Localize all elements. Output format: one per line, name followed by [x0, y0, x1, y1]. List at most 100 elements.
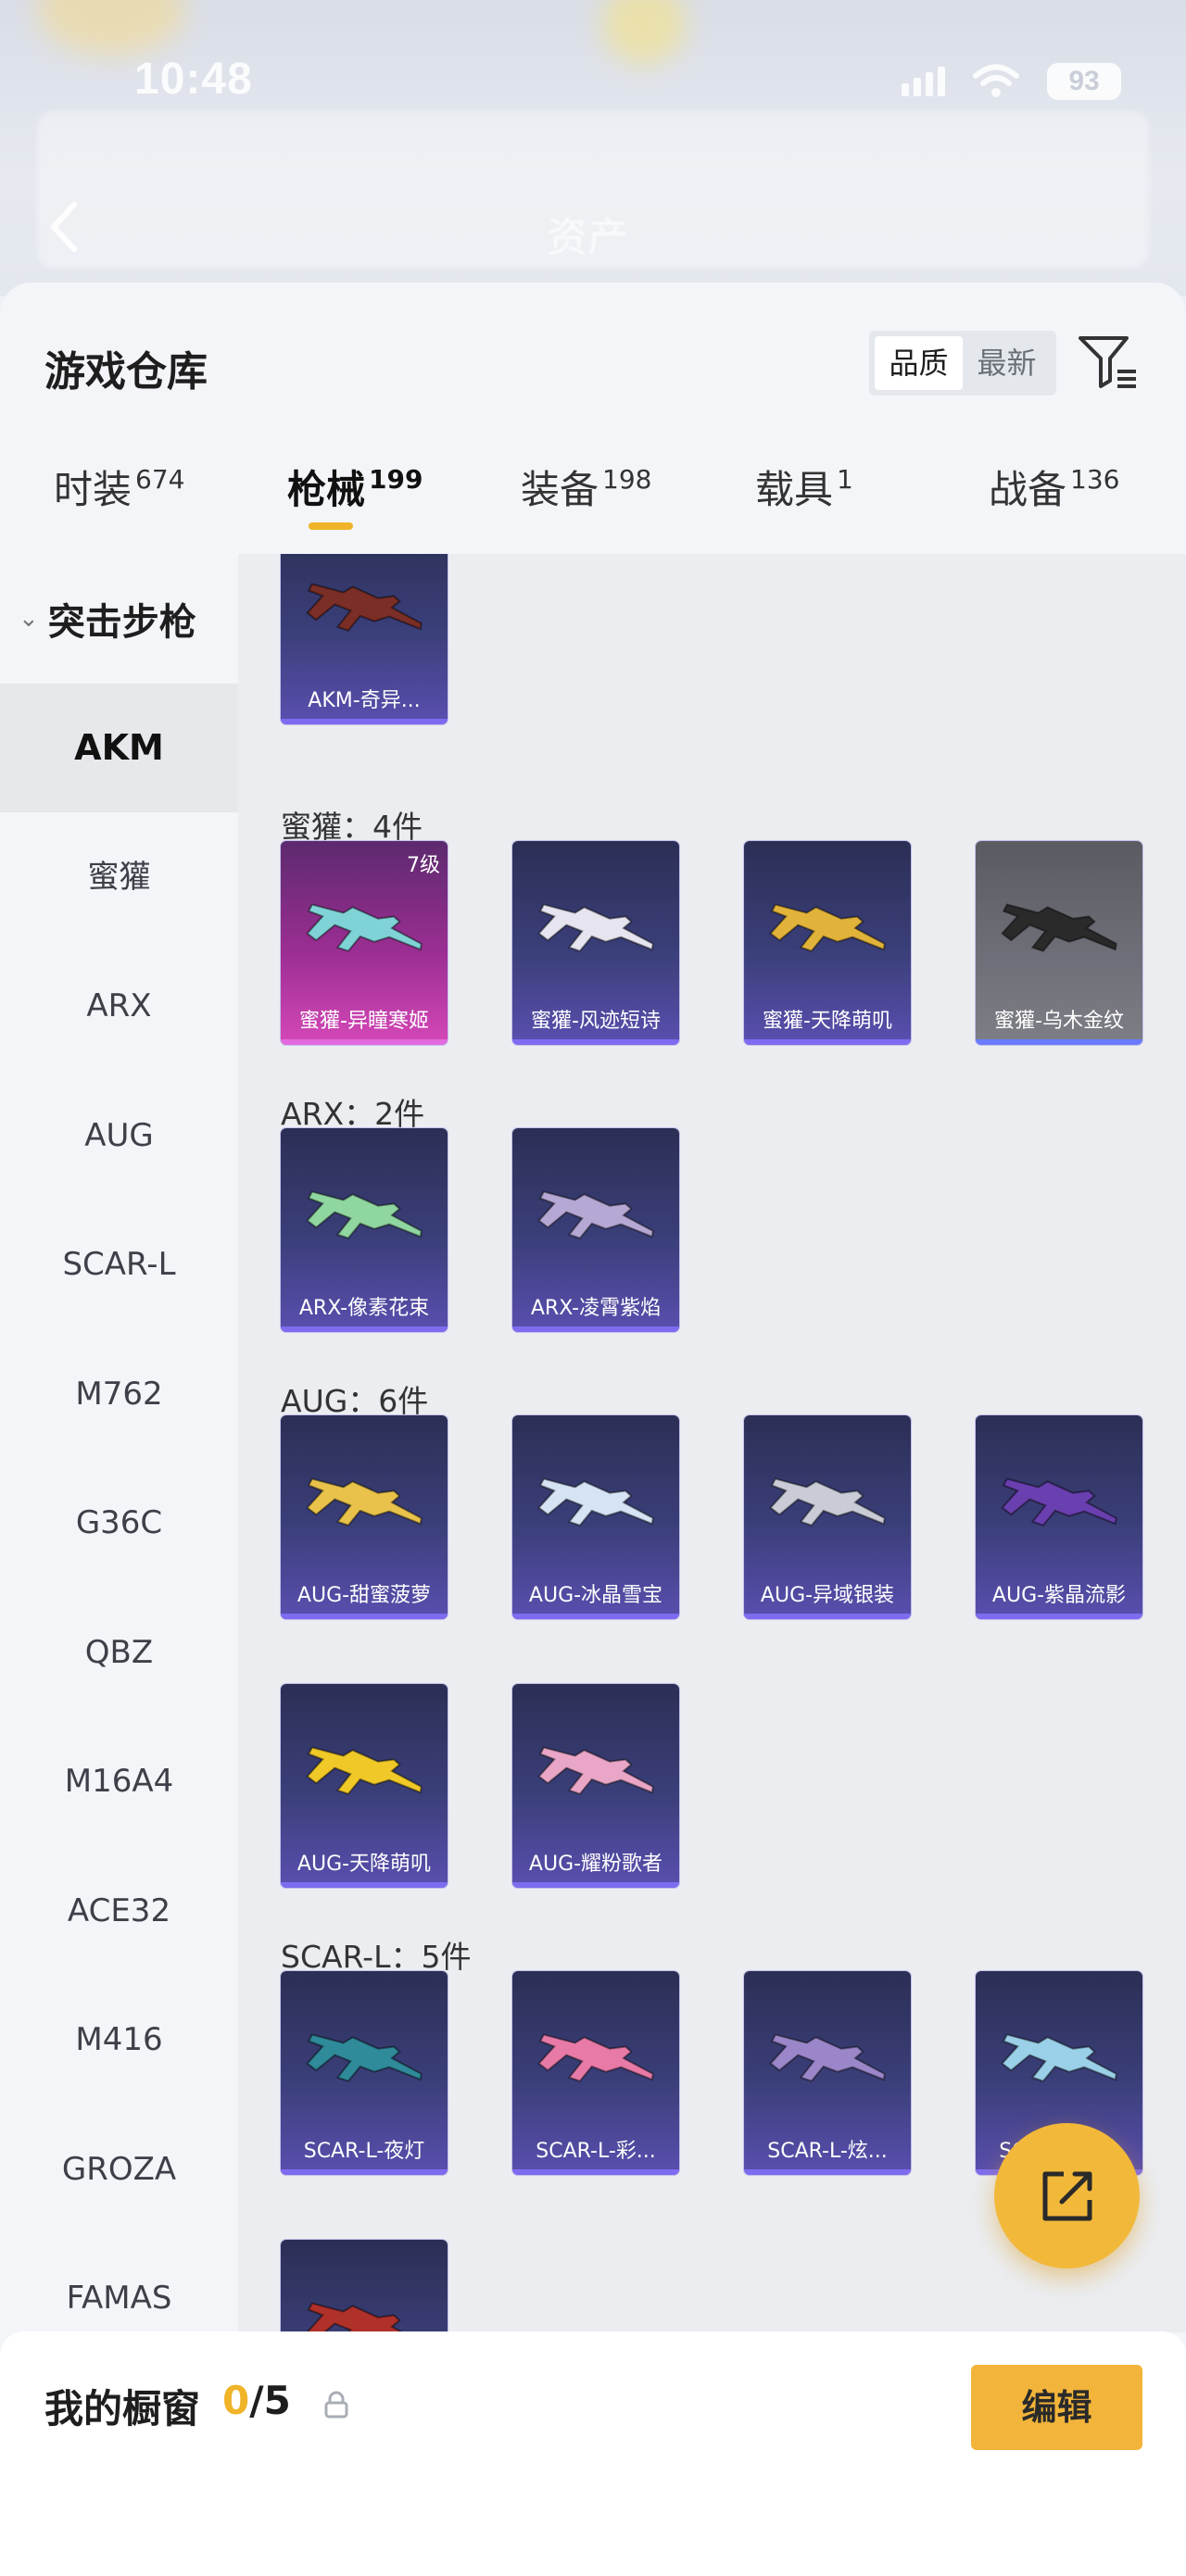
rifle-icon: [306, 1477, 423, 1527]
tab-supplies[interactable]: 战备 136: [989, 459, 1119, 515]
rifle-icon: [306, 1746, 423, 1795]
sidebar-item-scar-l[interactable]: SCAR-L: [0, 1200, 238, 1329]
skin-name: 蜜獾-天降萌叽: [763, 1010, 892, 1033]
rifle-icon: [306, 583, 423, 632]
rifle-icon: [306, 1190, 423, 1239]
group-title: ARX：2件: [281, 1096, 425, 1132]
sidebar-item-g36c[interactable]: G36C: [0, 1459, 238, 1588]
skin-name: AUG-耀粉歌者: [528, 1853, 663, 1876]
sidebar-item-m762[interactable]: M762: [0, 1330, 238, 1459]
rifle-icon: [769, 903, 886, 952]
rifle-icon: [769, 2033, 886, 2082]
showcase-count: 0/5: [222, 2378, 291, 2423]
tab-fashion[interactable]: 时装 674: [54, 459, 184, 515]
sort-toggle: 品质 最新: [869, 331, 1056, 396]
showcase-bar: 我的橱窗 0/5 编辑: [0, 2331, 1186, 2576]
sidebar-item--[interactable]: 蜜獾: [0, 813, 238, 942]
wifi-icon: [973, 64, 1019, 97]
sidebar-item-ace32[interactable]: ACE32: [0, 1847, 238, 1976]
level-badge: 7级: [407, 854, 440, 877]
weapon-skin-card[interactable]: AUG-紫晶流影: [976, 1415, 1142, 1619]
bg-blur-blob: [602, 0, 686, 65]
rifle-icon: [306, 2302, 423, 2332]
rifle-icon: [1001, 903, 1117, 952]
sidebar-category-assault-rifles[interactable]: ⌄ 突击步枪: [0, 554, 238, 684]
skin-name: 蜜獾-异瞳寒姬: [299, 1010, 429, 1033]
rifle-icon: [537, 903, 654, 952]
rifle-icon: [537, 1746, 654, 1795]
sidebar-item-qbz[interactable]: QBZ: [0, 1589, 238, 1717]
weapon-skin-card[interactable]: 蜜獾-风迹短诗: [512, 841, 679, 1045]
weapon-skin-card[interactable]: SCAR-L-炫...: [744, 1971, 911, 2175]
sidebar-item-arx[interactable]: ARX: [0, 942, 238, 1071]
status-icons: 93: [902, 63, 1121, 100]
share-button[interactable]: [994, 2123, 1140, 2268]
skin-name: 蜜獾-风迹短诗: [531, 1010, 661, 1033]
skin-name: AUG-甜蜜菠萝: [296, 1584, 432, 1607]
group-title: 蜜獾：4件: [281, 809, 423, 845]
sidebar-item-m416[interactable]: M416: [0, 1976, 238, 2105]
weapon-skin-card[interactable]: ARX-像素花束: [281, 1128, 448, 1332]
active-tab-indicator: [309, 522, 353, 530]
warehouse-sheet: 游戏仓库 品质 最新 时装 674 枪械 199 装备 198 载具 1 战备 136 ⌄…: [0, 283, 1186, 2576]
skin-name: SCAR-L-夜灯: [303, 2140, 425, 2163]
weapon-skin-card[interactable]: AUG-天降萌叽: [281, 1684, 448, 1888]
background-header: 10:48 93 资产: [0, 0, 1186, 296]
back-arrow-icon[interactable]: [46, 199, 80, 255]
weapon-skin-card[interactable]: AUG-冰晶雪宝: [512, 1415, 679, 1619]
rifle-icon: [306, 903, 423, 952]
weapon-skin-card[interactable]: ARX-凌霄紫焰: [512, 1128, 679, 1332]
filter-icon[interactable]: [1075, 329, 1140, 394]
sidebar-item-m16a4[interactable]: M16A4: [0, 1717, 238, 1846]
rifle-icon: [769, 1477, 886, 1527]
sidebar-item-aug[interactable]: AUG: [0, 1072, 238, 1200]
category-tabs: 时装 674 枪械 199 装备 198 载具 1 战备 136: [0, 459, 1186, 570]
tab-vehicles[interactable]: 载具 1: [755, 459, 853, 515]
weapon-skin-card[interactable]: 蜜獾-天降萌叽: [744, 841, 911, 1045]
sidebar-item-groza[interactable]: GROZA: [0, 2105, 238, 2234]
skin-name: ARX-凌霄紫焰: [530, 1297, 662, 1320]
status-time: 10:48: [134, 55, 253, 104]
skin-name: AUG-紫晶流影: [991, 1584, 1127, 1607]
bg-blur-blob: [37, 0, 185, 56]
group-title: AUG：6件: [281, 1383, 429, 1419]
tab-equipment[interactable]: 装备 198: [521, 459, 651, 515]
rifle-icon: [537, 1477, 654, 1527]
skin-name: ARX-像素花束: [298, 1297, 430, 1320]
showcase-label: 我的橱窗: [44, 2386, 201, 2431]
battery-icon: 93: [1047, 63, 1121, 100]
chevron-down-icon: ⌄: [19, 605, 39, 633]
weapon-grid: AKM-奇异... 蜜獾：4件 7级 蜜獾-异瞳寒姬 蜜獾-风迹短诗 蜜獾-天降萌叽 蜜獾-…: [238, 554, 1186, 2332]
weapon-skin-card[interactable]: [281, 2240, 448, 2332]
weapon-skin-card[interactable]: SCAR-L-夜灯: [281, 1971, 448, 2175]
edit-button[interactable]: 编辑: [971, 2365, 1142, 2450]
sort-quality-button[interactable]: 品质: [875, 336, 963, 390]
rifle-icon: [1001, 2033, 1117, 2082]
skin-name: SCAR-L-炫...: [767, 2140, 888, 2163]
sidebar-item-akm[interactable]: AKM: [0, 684, 238, 812]
rifle-icon: [537, 1190, 654, 1239]
skin-name: AKM-奇异...: [308, 689, 421, 712]
weapon-sidebar: ⌄ 突击步枪 AKM 蜜獾 ARX AUG SCAR-L M762 G36C QBZ M16A4…: [0, 554, 238, 2332]
skin-name: AUG-异域银装: [760, 1584, 895, 1607]
weapon-skin-card[interactable]: AUG-甜蜜菠萝: [281, 1415, 448, 1619]
weapon-skin-card[interactable]: AUG-异域银装: [744, 1415, 911, 1619]
group-title: SCAR-L：5件: [281, 1939, 472, 1975]
signal-icon: [902, 67, 945, 96]
rifle-icon: [306, 2033, 423, 2082]
weapon-skin-card[interactable]: SCAR-L-彩...: [512, 1971, 679, 2175]
skin-name: AUG-冰晶雪宝: [528, 1584, 663, 1607]
lock-icon: [324, 2391, 348, 2419]
sheet-title: 游戏仓库: [44, 348, 208, 396]
weapon-skin-card[interactable]: AKM-奇异...: [281, 554, 448, 724]
tab-guns[interactable]: 枪械 199: [287, 459, 423, 515]
weapon-skin-card[interactable]: 蜜獾-乌木金纹: [976, 841, 1142, 1045]
weapon-skin-card[interactable]: AUG-耀粉歌者: [512, 1684, 679, 1888]
rifle-icon: [1001, 1477, 1117, 1527]
skin-name: 蜜獾-乌木金纹: [994, 1010, 1124, 1033]
skin-name: AUG-天降萌叽: [296, 1853, 432, 1876]
page-title-blurred: 资产: [547, 214, 628, 261]
skin-name: SCAR-L-彩...: [536, 2140, 656, 2163]
sort-newest-button[interactable]: 最新: [963, 336, 1051, 390]
weapon-skin-card[interactable]: 7级蜜獾-异瞳寒姬: [281, 841, 448, 1045]
